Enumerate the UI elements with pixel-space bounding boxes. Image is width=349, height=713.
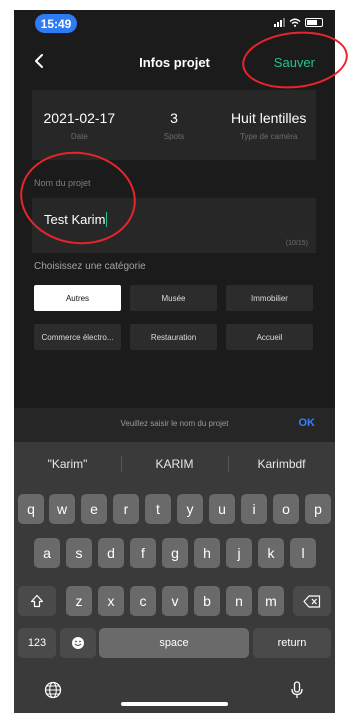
shift-key[interactable]: [18, 586, 56, 616]
key-q[interactable]: q: [18, 494, 44, 524]
backspace-icon: [303, 594, 321, 608]
suggestion-2[interactable]: KARIM: [121, 452, 228, 476]
key-i[interactable]: i: [241, 494, 267, 524]
summary-spots: 3 Spots: [127, 90, 222, 160]
key-f[interactable]: f: [130, 538, 156, 568]
key-o[interactable]: o: [273, 494, 299, 524]
project-name-label: Nom du projet: [34, 178, 91, 188]
input-hint: Veuillez saisir le nom du projet: [120, 419, 229, 428]
project-summary-card: 2021-02-17 Date 3 Spots Huit lentilles T…: [32, 90, 316, 160]
project-name-value: Test Karim: [44, 212, 108, 227]
numbers-key[interactable]: 123: [18, 628, 56, 658]
summary-label: Type de caméra: [239, 131, 298, 141]
category-chip-accueil[interactable]: Accueil: [226, 324, 313, 350]
summary-camera-type: Huit lentilles Type de caméra: [221, 90, 316, 160]
key-n[interactable]: n: [226, 586, 252, 616]
wifi-icon: [289, 18, 301, 27]
key-t[interactable]: t: [145, 494, 171, 524]
shift-icon: [30, 594, 44, 608]
key-v[interactable]: v: [162, 586, 188, 616]
summary-value: Huit lentilles: [230, 109, 307, 126]
keyboard: "Karim" KARIM Karimbdf q w e r t y u i o…: [14, 442, 335, 713]
status-icons: [274, 18, 323, 27]
phone-screen: 15:49 Infos projet Sauver 2021-02-17 Dat…: [14, 10, 335, 713]
home-indicator: [121, 702, 228, 706]
emoji-icon: [72, 637, 84, 649]
category-chip-musee[interactable]: Musée: [130, 285, 217, 311]
key-j[interactable]: j: [226, 538, 252, 568]
battery-icon: [305, 18, 323, 27]
ok-button[interactable]: OK: [299, 417, 316, 429]
backspace-key[interactable]: [293, 586, 331, 616]
key-e[interactable]: e: [81, 494, 107, 524]
key-h[interactable]: h: [194, 538, 220, 568]
summary-label: Date: [70, 131, 88, 141]
summary-date: 2021-02-17 Date: [32, 90, 127, 160]
key-p[interactable]: p: [305, 494, 331, 524]
key-w[interactable]: w: [49, 494, 75, 524]
text-cursor: [106, 212, 108, 227]
key-d[interactable]: d: [98, 538, 124, 568]
project-name-input[interactable]: Test Karim (10/15): [32, 198, 316, 253]
key-y[interactable]: y: [177, 494, 203, 524]
suggestion-3[interactable]: Karimbdf: [228, 452, 335, 476]
save-button[interactable]: Sauver: [274, 55, 315, 70]
summary-value: 3: [170, 109, 178, 126]
key-a[interactable]: a: [34, 538, 60, 568]
status-time: 15:49: [35, 14, 77, 33]
key-s[interactable]: s: [66, 538, 92, 568]
summary-label: Spots: [163, 131, 185, 141]
key-k[interactable]: k: [258, 538, 284, 568]
project-name-text: Test Karim: [44, 212, 106, 227]
emoji-key[interactable]: [60, 628, 96, 658]
key-m[interactable]: m: [258, 586, 284, 616]
key-u[interactable]: u: [209, 494, 235, 524]
category-chip-immobilier[interactable]: Immobilier: [226, 285, 313, 311]
signal-icon: [274, 18, 285, 27]
category-chip-autres[interactable]: Autres: [34, 285, 121, 311]
character-counter: (10/15): [285, 240, 308, 247]
return-key[interactable]: return: [253, 628, 331, 658]
key-g[interactable]: g: [162, 538, 188, 568]
key-x[interactable]: x: [98, 586, 124, 616]
microphone-icon[interactable]: [290, 681, 304, 699]
key-c[interactable]: c: [130, 586, 156, 616]
category-label: Choisissez une catégorie: [34, 261, 146, 272]
key-b[interactable]: b: [194, 586, 220, 616]
key-l[interactable]: l: [290, 538, 316, 568]
category-chip-commerce[interactable]: Commerce électro...: [34, 324, 121, 350]
category-chip-restauration[interactable]: Restauration: [130, 324, 217, 350]
summary-value: 2021-02-17: [43, 109, 116, 126]
globe-icon[interactable]: [44, 681, 62, 699]
suggestion-1[interactable]: "Karim": [14, 452, 121, 476]
key-r[interactable]: r: [113, 494, 139, 524]
input-accessory-bar: Veuillez saisir le nom du projet OK: [14, 408, 335, 442]
space-key[interactable]: space: [99, 628, 249, 658]
key-z[interactable]: z: [66, 586, 92, 616]
